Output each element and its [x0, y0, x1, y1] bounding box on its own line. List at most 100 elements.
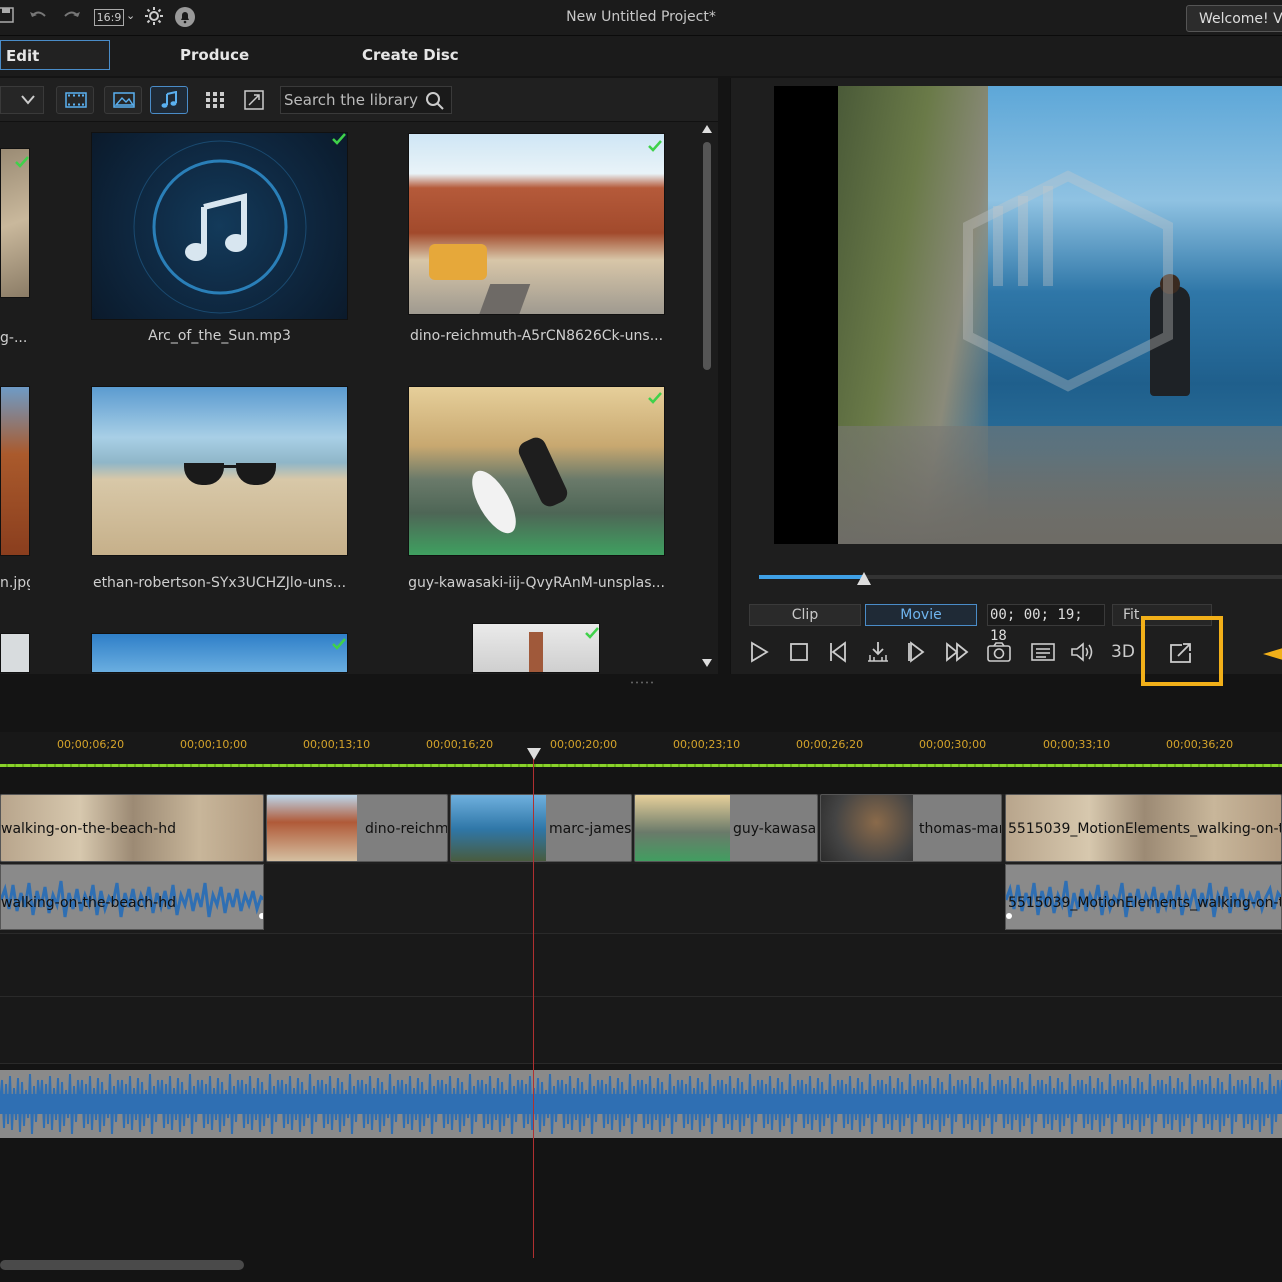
playhead-handle[interactable]	[527, 748, 541, 760]
next-frame-button[interactable]	[903, 638, 933, 666]
timeline-video-clip[interactable]: guy-kawasak	[634, 794, 818, 862]
van-shape	[429, 244, 487, 280]
ruler-tick-label: 00;00;36;20	[1166, 738, 1234, 751]
timeline-horizontal-scrollbar[interactable]	[0, 1260, 244, 1270]
library-item-thumbnail[interactable]	[408, 386, 665, 556]
library-filter-dropdown[interactable]	[0, 86, 44, 114]
grid-view-icon[interactable]	[204, 90, 226, 114]
ruler-tick-label: 00;00;26;20	[796, 738, 864, 751]
timeline-video-clip[interactable]: marc-james	[450, 794, 632, 862]
checkmark-icon	[648, 392, 662, 404]
volume-icon	[1071, 642, 1093, 662]
clip-thumbnail	[821, 795, 913, 861]
library-search	[280, 86, 452, 114]
ruler-tick-label: 00;00;16;20	[426, 738, 494, 751]
library-item-thumbnail[interactable]	[408, 133, 665, 315]
3d-mode-button[interactable]: 3D	[1111, 642, 1135, 662]
previous-frame-icon	[830, 641, 846, 663]
library-scrollbar[interactable]	[700, 122, 714, 672]
scrub-handle[interactable]	[857, 572, 871, 585]
scrollbar-thumb[interactable]	[703, 142, 711, 370]
zoom-fit-label: Fit	[1123, 607, 1140, 623]
ruler-tick-label: 00;00;23;10	[673, 738, 741, 751]
library-item-thumbnail[interactable]	[91, 132, 348, 320]
scroll-up-icon[interactable]	[702, 124, 712, 134]
library-item-thumbnail[interactable]	[0, 148, 30, 298]
surfboard-shape	[463, 464, 525, 540]
preview-viewer[interactable]	[774, 86, 1282, 544]
checkmark-icon	[15, 156, 29, 168]
clip-label: thomas-mar	[919, 821, 1002, 837]
sunglasses-shape	[184, 463, 276, 485]
timeline-ruler[interactable]: 00;00;06;20 00;00;10;00 00;00;13;10 00;0…	[0, 732, 1282, 766]
library-item-thumbnail[interactable]	[472, 623, 600, 673]
volume-button[interactable]	[1067, 638, 1097, 666]
chevron-down-icon	[21, 95, 35, 105]
library-item-label: dino-reichmuth-A5rCN8626Ck-uns...	[409, 328, 664, 344]
stop-icon	[790, 643, 808, 661]
fast-forward-button[interactable]	[942, 638, 972, 666]
library-item-thumbnail[interactable]	[0, 386, 30, 556]
tab-produce[interactable]: Produce	[180, 40, 249, 70]
show-images-button[interactable]	[104, 86, 142, 114]
music-note-icon	[133, 140, 307, 314]
show-audio-button[interactable]	[150, 86, 188, 114]
rocks-shape	[838, 426, 1282, 544]
timeline-video-clip[interactable]: 5515039_MotionElements_walking-on-th	[1005, 794, 1282, 862]
panel-resize-handle[interactable]	[630, 681, 654, 684]
timeline-audio-clip[interactable]: walking-on-the-beach-hd	[0, 864, 264, 930]
subtitles-button[interactable]	[1027, 638, 1057, 666]
checkmark-icon	[332, 638, 346, 650]
preview-image	[838, 86, 1282, 544]
timecode-display[interactable]: 00; 00; 19; 18	[987, 604, 1105, 644]
volume-keyframe[interactable]	[1006, 913, 1012, 919]
arrow-pointer-icon	[1263, 648, 1282, 660]
clip-mode-tab[interactable]: Clip	[749, 604, 861, 626]
preview-progress	[759, 575, 864, 579]
timeline-video-clip[interactable]: dino-reichm	[266, 794, 448, 862]
play-button[interactable]	[745, 638, 775, 666]
video-audio-track: walking-on-the-beach-hd 5515039_MotionEl…	[0, 864, 1282, 934]
library-item-thumbnail[interactable]	[91, 633, 348, 673]
image-icon	[113, 92, 135, 108]
search-input[interactable]	[281, 87, 421, 113]
library-item-label: ethan-robertson-SYx3UCHZJlo-uns...	[92, 575, 347, 591]
search-icon[interactable]	[425, 91, 445, 111]
clip-thumbnail	[635, 795, 730, 861]
ruler-tick-label: 00;00;06;20	[57, 738, 125, 751]
next-frame-icon	[908, 641, 925, 663]
scroll-down-icon[interactable]	[702, 658, 712, 668]
mark-button[interactable]	[863, 638, 893, 666]
timeline-video-clip[interactable]: thomas-mar	[820, 794, 1002, 862]
camera-icon	[987, 642, 1011, 662]
checkmark-icon	[648, 140, 662, 152]
thumbnail-size-icon[interactable]	[244, 90, 264, 114]
ruler-tick-label: 00;00;10;00	[180, 738, 248, 751]
music-note-icon	[161, 91, 177, 108]
library-item-thumbnail[interactable]	[91, 386, 348, 556]
3d-label: 3D	[1111, 642, 1135, 662]
clip-thumbnail	[267, 795, 357, 861]
movie-mode-tab[interactable]: Movie	[865, 604, 977, 626]
stop-button[interactable]	[785, 638, 815, 666]
timeline-video-clip[interactable]: walking-on-the-beach-hd	[0, 794, 264, 862]
tab-edit[interactable]: Edit	[0, 40, 110, 70]
clip-label: guy-kawasak	[733, 821, 818, 837]
previous-frame-button[interactable]	[825, 638, 855, 666]
welcome-button[interactable]: Welcome! V	[1186, 5, 1282, 32]
tab-create-disc[interactable]: Create Disc	[362, 40, 459, 70]
mark-icon	[868, 642, 888, 662]
ruler-tick-label: 00;00;13;10	[303, 738, 371, 751]
library-item-label: Arc_of_the_Sun.mp3	[148, 328, 291, 344]
volume-keyframe[interactable]	[259, 913, 263, 919]
empty-track	[0, 934, 1282, 1064]
music-track[interactable]	[0, 1070, 1282, 1138]
show-video-button[interactable]	[56, 86, 94, 114]
library-item-thumbnail[interactable]	[0, 633, 30, 673]
clip-label: marc-james	[549, 821, 632, 837]
timeline-audio-clip[interactable]: 5515039_MotionElements_walking-on-th	[1005, 864, 1282, 930]
snapshot-button[interactable]	[983, 638, 1013, 666]
library-item-label: guy-kawasaki-iij-QvyRAnM-unsplas...	[408, 575, 665, 591]
playhead-line	[533, 748, 534, 1258]
highlight-box	[1141, 616, 1223, 686]
